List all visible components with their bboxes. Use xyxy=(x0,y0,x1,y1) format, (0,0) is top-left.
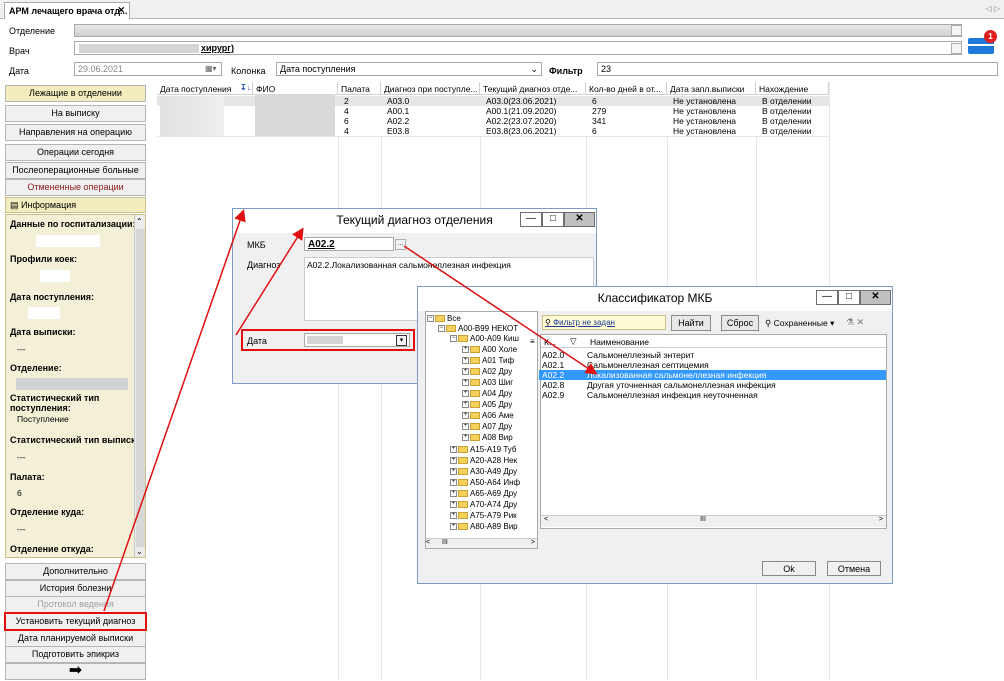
arrow-to-dialog xyxy=(103,209,246,612)
arrow-to-classifier xyxy=(403,245,598,375)
annotation-arrows xyxy=(103,209,598,612)
arrow-to-mkb xyxy=(235,227,304,336)
